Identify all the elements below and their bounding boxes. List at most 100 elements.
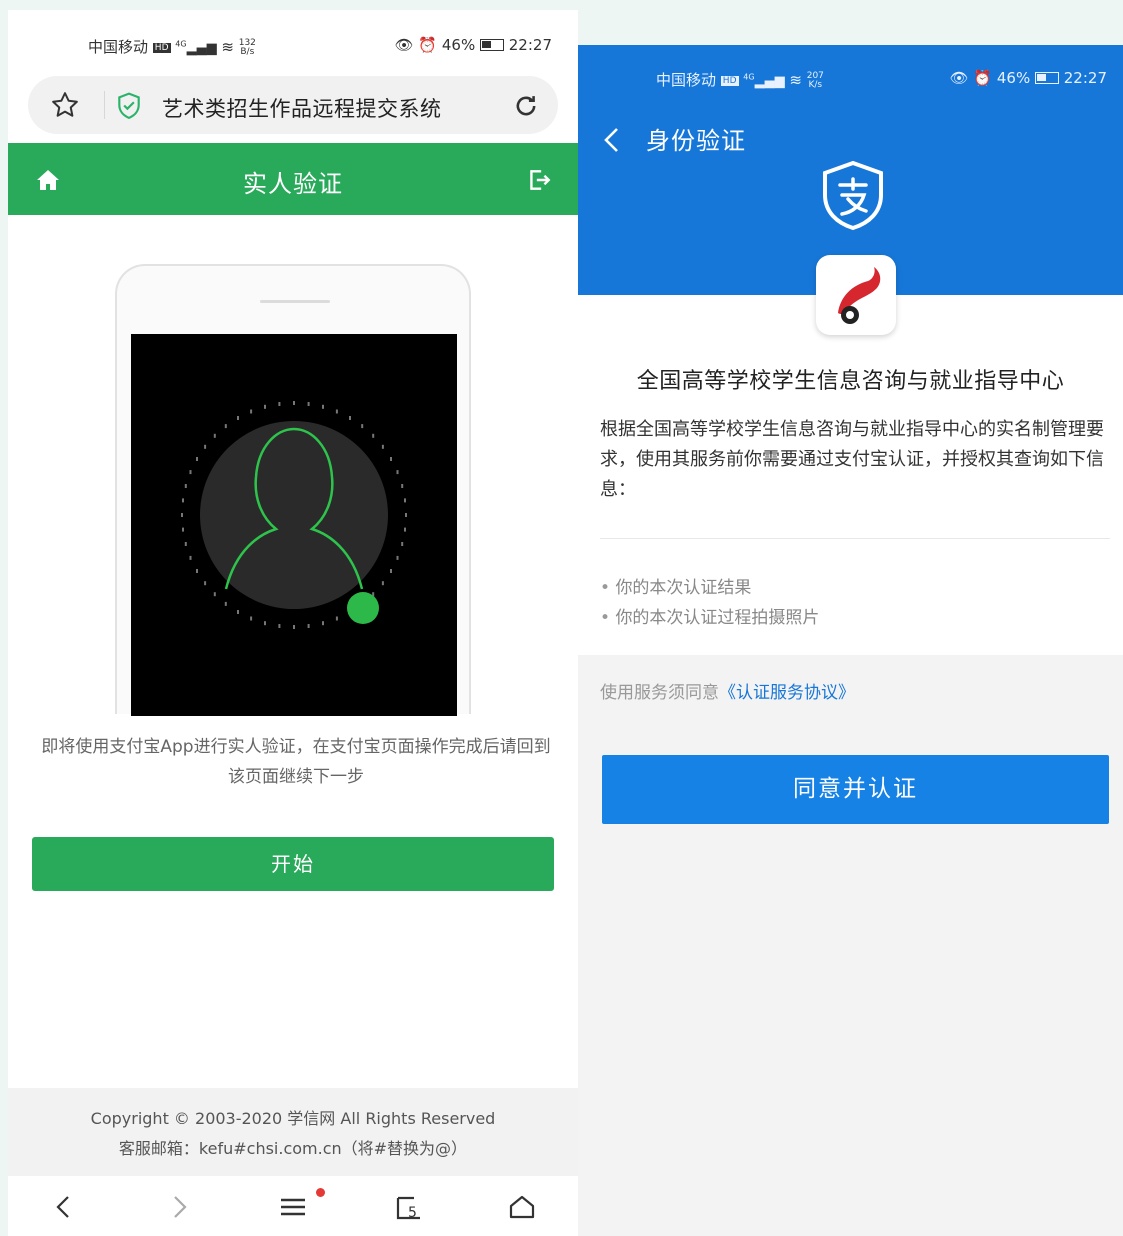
- divider: [600, 538, 1110, 539]
- scan-dot: [361, 424, 364, 429]
- scan-dot: [293, 625, 295, 629]
- scan-dot: [204, 581, 207, 586]
- scan-dot: [189, 470, 192, 475]
- scan-dot: [204, 444, 207, 449]
- scan-dot: [401, 484, 404, 488]
- wifi-icon: ≋: [789, 71, 802, 89]
- reload-icon[interactable]: [512, 92, 540, 124]
- browser-bottom-nav: 5: [8, 1176, 578, 1236]
- signal-icon: 4G▂▄▆: [175, 39, 217, 56]
- url-divider: [104, 91, 105, 119]
- scan-dot: [381, 581, 384, 586]
- page-header: 实人验证: [8, 143, 578, 215]
- scan-dot: [196, 569, 198, 573]
- battery-percent: 46%: [996, 69, 1031, 87]
- authorization-description: 根据全国高等学校学生信息咨询与就业指导中心的实名制管理要求，使用其服务前你需要通…: [600, 419, 1104, 500]
- scan-dot: [372, 433, 375, 438]
- status-bar: 中国移动 HD 4G▂▄▆ ≋ 207 K/s 👁 ⏰ 46% 22:27: [578, 45, 1123, 101]
- signal-icon: 4G▂▄▆: [743, 72, 785, 89]
- home-nav-icon[interactable]: [508, 1194, 536, 1224]
- menu-icon[interactable]: [278, 1188, 325, 1224]
- chsi-logo-icon: [816, 255, 896, 335]
- scan-dot: [250, 616, 253, 621]
- scan-dot: [390, 457, 392, 461]
- alarm-icon: ⏰: [973, 69, 993, 87]
- right-phone-screen: 中国移动 HD 4G▂▄▆ ≋ 207 K/s 👁 ⏰ 46% 22:27 身份验…: [578, 45, 1123, 1236]
- scan-dot: [264, 621, 266, 626]
- scan-dot: [213, 592, 216, 597]
- scan-dot: [307, 624, 310, 628]
- back-icon[interactable]: [602, 126, 622, 158]
- carrier-name: 中国移动: [656, 71, 717, 89]
- scan-dot: [349, 416, 351, 420]
- carrier-name: 中国移动: [88, 38, 149, 56]
- scan-dot: [322, 404, 324, 409]
- face-scan-illustration: [115, 264, 471, 716]
- scan-dot: [404, 527, 406, 532]
- scan-dot: [224, 601, 227, 606]
- scan-dot: [396, 470, 399, 475]
- notification-dot: [316, 1188, 325, 1197]
- copyright-text: Copyright © 2003-2020 学信网 All Rights Res…: [90, 1109, 496, 1128]
- forward-icon[interactable]: [168, 1194, 190, 1224]
- svg-text:5: 5: [408, 1205, 417, 1221]
- eye-icon: 👁: [394, 36, 414, 54]
- status-left: 中国移动 HD 4G▂▄▆ ≋ 207 K/s: [656, 69, 824, 90]
- scan-dot: [182, 527, 184, 532]
- alipay-shield-icon: [818, 159, 888, 235]
- agreement-prefix: 使用服务须同意: [600, 683, 719, 703]
- list-item: 你的本次认证过程拍摄照片: [600, 603, 819, 633]
- scan-dot: [224, 424, 227, 429]
- scan-dot: [405, 513, 407, 517]
- phone-screen: [131, 334, 457, 716]
- scan-dot: [381, 444, 384, 449]
- scan-dot: [390, 569, 392, 573]
- scan-dot: [237, 416, 239, 420]
- service-agreement-link[interactable]: 《认证服务协议》: [719, 683, 855, 703]
- scan-dot: [307, 402, 310, 406]
- scan-dot: [184, 542, 187, 546]
- logout-icon[interactable]: [526, 167, 552, 197]
- battery-percent: 46%: [441, 36, 476, 54]
- list-item: 你的本次认证结果: [600, 573, 819, 603]
- phone-speaker: [260, 300, 330, 303]
- footer: Copyright © 2003-2020 学信网 All Rights Res…: [8, 1088, 578, 1176]
- back-icon[interactable]: [53, 1194, 75, 1224]
- scan-dot: [401, 542, 404, 546]
- bookmark-star-icon[interactable]: [50, 90, 80, 124]
- scan-dot: [322, 621, 324, 626]
- scan-indicator-icon: [347, 592, 379, 624]
- header-title: 身份验证: [646, 127, 746, 155]
- net-speed: 207 K/s: [806, 71, 824, 90]
- start-button[interactable]: 开始: [32, 837, 554, 891]
- tabs-icon[interactable]: 5: [394, 1194, 424, 1226]
- scan-dot: [404, 498, 406, 503]
- status-left: 中国移动 HD 4G▂▄▆ ≋ 132 B/s: [88, 36, 256, 57]
- scan-dot: [293, 401, 295, 405]
- page-title[interactable]: 艺术类招生作品远程提交系统: [162, 93, 442, 123]
- hd-icon: HD: [152, 43, 171, 53]
- scan-dot: [264, 404, 266, 409]
- alarm-icon: ⏰: [418, 36, 438, 54]
- scan-dot: [250, 409, 253, 414]
- scan-dot: [181, 513, 183, 517]
- scan-dot: [278, 624, 281, 628]
- agree-and-verify-button[interactable]: 同意并认证: [602, 755, 1109, 824]
- secure-shield-icon: [116, 92, 142, 124]
- status-right: 👁 ⏰ 46% 22:27: [395, 36, 552, 54]
- status-right: 👁 ⏰ 46% 22:27: [950, 69, 1107, 87]
- instruction-text: 即将使用支付宝App进行实人验证，在支付宝页面操作完成后请回到该页面继续下一步: [41, 737, 551, 787]
- scan-dot: [184, 484, 187, 488]
- status-bar: 中国移动 HD 4G▂▄▆ ≋ 132 B/s 👁 ⏰ 46% 22:27: [8, 10, 578, 72]
- scan-dot: [213, 433, 216, 438]
- left-phone-screen: 中国移动 HD 4G▂▄▆ ≋ 132 B/s 👁 ⏰ 46% 22:27 艺术类…: [8, 10, 578, 1236]
- scan-dot: [278, 402, 281, 406]
- wifi-icon: ≋: [221, 38, 234, 56]
- scan-dot: [189, 555, 192, 560]
- eye-icon: 👁: [949, 69, 969, 87]
- scan-dot: [237, 610, 239, 614]
- scan-dot: [396, 555, 399, 560]
- url-bar[interactable]: 艺术类招生作品远程提交系统: [28, 76, 558, 134]
- hd-icon: HD: [720, 76, 739, 86]
- battery-icon: [479, 39, 504, 51]
